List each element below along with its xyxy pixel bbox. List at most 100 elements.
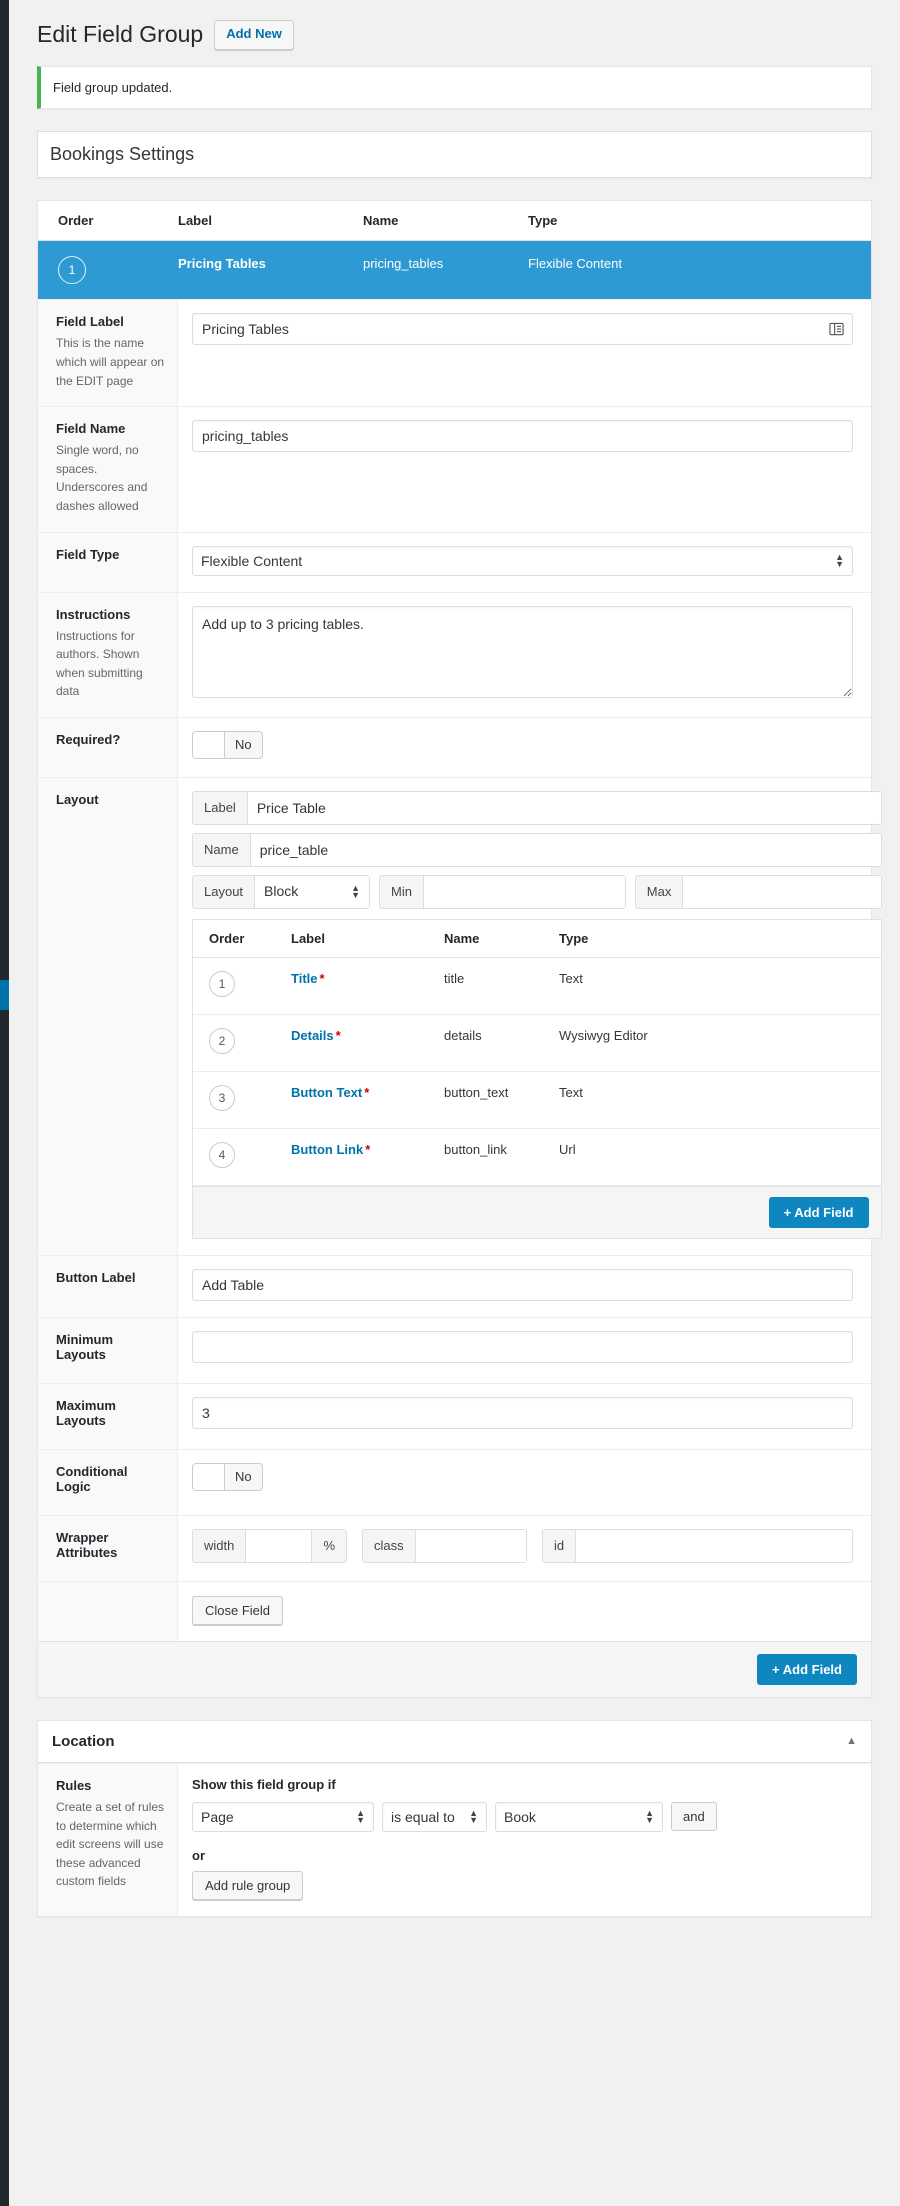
layout-name-group: Name [192,832,882,867]
conditional-logic-toggle-knob[interactable] [193,1463,225,1490]
required-toggle-label: No [235,737,252,753]
wrapper-width-prefix: width [193,1529,247,1562]
setting-maximum-layouts-labelcol: Maximum Layouts [38,1383,178,1449]
required-toggle[interactable]: No [192,730,263,759]
setting-field-type: Field Type Flexible Content ▲ ▼ [38,531,871,592]
layout-display-group: Layout Block ▲ ▼ [192,874,370,909]
field-order-cell: 1 [38,241,168,299]
rule-value-select[interactable]: Book [495,1801,663,1832]
subfield-type-cell: Url [559,1141,576,1157]
rule-param-wrap: Page ▲ ▼ [192,1801,374,1832]
add-rule-group-button[interactable]: Add rule group [192,1870,304,1900]
setting-minimum-layouts-body [178,1318,871,1383]
setting-conditional-logic: Conditional Logic No [38,1448,871,1515]
field-name-cell: pricing_tables [363,256,444,272]
subfield-order-cell: 3 [193,1072,281,1124]
field-group-title-input[interactable] [38,132,871,178]
location-panel-header: Location ▲ [38,1721,871,1763]
close-field-button[interactable]: Close Field [192,1595,284,1625]
field-list-header-label: Label [178,213,212,229]
rule-operator-select[interactable]: is equal to [382,1801,487,1832]
setting-conditional-logic-body: No [178,1450,871,1515]
setting-button-label-title: Button Label [56,1269,136,1285]
setting-field-label-title: Field Label [56,314,124,330]
table-row[interactable]: 3 Button Text * button_text Text [193,1072,881,1129]
add-and-rule-button[interactable]: and [671,1802,717,1832]
setting-layout-body: Label Name Layout Block ▲▼ [178,778,900,1255]
subfield-label-link[interactable]: Details [291,1028,334,1043]
chevron-up-icon[interactable]: ▲ [846,1735,857,1747]
field-label-input-wrap [192,313,853,346]
setting-required: Required? No [38,716,871,777]
field-list-header-type: Type [528,213,558,229]
subfield-label-link[interactable]: Button Link [291,1142,363,1157]
rules-intro-text: Show this field group if [192,1776,336,1792]
field-order-badge: 1 [58,256,86,285]
setting-minimum-layouts: Minimum Layouts [38,1316,871,1383]
wrapper-width-suffix: % [311,1529,346,1562]
field-label-input[interactable] [192,313,853,346]
setting-instructions-title: Instructions [56,606,131,622]
layout-label-group: Label [192,790,882,825]
subfield-name-cell: details [444,1027,482,1043]
subfield-name-cell: button_link [444,1141,507,1157]
add-new-button[interactable]: Add New [214,20,294,50]
required-toggle-knob[interactable] [193,731,225,758]
wrapper-class-prefix: class [363,1529,416,1562]
wrapper-attributes-row: width % class id [192,1528,853,1563]
field-type-select[interactable]: Flexible Content [192,545,853,576]
field-group-panel-footer: + Add Field [38,1640,871,1697]
setting-location-rules-desc: Create a set of rules to determine which… [56,1799,165,1889]
wrapper-id-prefix: id [543,1529,577,1562]
layout-max-prefix: Max [635,875,684,908]
setting-field-type-labelcol: Field Type [38,532,178,592]
setting-wrapper-attributes-labelcol: Wrapper Attributes [38,1515,178,1581]
layout-name-input[interactable] [250,833,881,866]
field-row-pricing-tables[interactable]: 1 Pricing Tables pricing_tables Flexible… [38,241,871,300]
subfield-header-label: Label [291,930,325,946]
wrapper-id-input[interactable] [576,1529,852,1562]
field-group-title-wrap [37,131,872,179]
button-label-input[interactable] [192,1268,853,1301]
subfield-label-link[interactable]: Title [291,971,318,986]
field-type-cell: Flexible Content [528,256,622,272]
layout-max-input[interactable] [683,875,881,908]
instructions-textarea[interactable]: Add up to 3 pricing tables. [192,605,853,698]
setting-required-body: No [178,718,871,777]
layout-min-prefix: Min [380,875,424,908]
maximum-layouts-input[interactable] [192,1396,853,1429]
add-field-button[interactable]: + Add Field [757,1653,857,1685]
field-label-cell[interactable]: Pricing Tables [168,241,353,286]
wrapper-width-input[interactable] [246,1529,312,1562]
conditional-logic-toggle-label: No [235,1469,252,1485]
subfield-header-order: Order [209,930,245,946]
subfield-type-cell: Wysiwyg Editor [559,1027,648,1043]
table-row[interactable]: 2 Details * details Wysiwyg Editor [193,1015,881,1072]
setting-close-field: Close Field [38,1580,871,1641]
layout-display-prefix: Layout [193,875,256,908]
layout-name-prefix: Name [193,833,251,866]
subfield-label-cell: Button Link * [281,1129,434,1170]
setting-field-label-labelcol: Field Label This is the name which will … [38,300,178,407]
layout-min-input[interactable] [423,875,625,908]
add-field-button-inner[interactable]: + Add Field [768,1196,869,1228]
layout-display-select[interactable]: Block [255,875,369,906]
table-row[interactable]: 4 Button Link * button_link Url [193,1129,881,1186]
subfield-label-link[interactable]: Button Text [291,1085,362,1100]
setting-field-name-body [178,407,871,531]
field-name-input[interactable] [192,420,853,453]
setting-field-label-desc: This is the name which will appear on th… [56,336,165,388]
required-asterisk: * [319,970,325,986]
wrapper-id-group: id [542,1528,853,1563]
layout-label-input[interactable] [247,791,881,824]
rule-param-select[interactable]: Page [192,1801,374,1832]
setting-field-name-desc: Single word, no spaces. Underscores and … [56,443,148,513]
conditional-logic-toggle[interactable]: No [192,1462,263,1491]
table-row[interactable]: 1 Title * title Text [193,958,881,1015]
setting-field-name: Field Name Single word, no spaces. Under… [38,406,871,532]
setting-location-rules: Rules Create a set of rules to determine… [38,1762,871,1916]
required-asterisk: * [364,1084,370,1100]
wrapper-class-input[interactable] [415,1529,526,1562]
location-panel-title: Location [52,1732,115,1750]
minimum-layouts-input[interactable] [192,1330,853,1363]
